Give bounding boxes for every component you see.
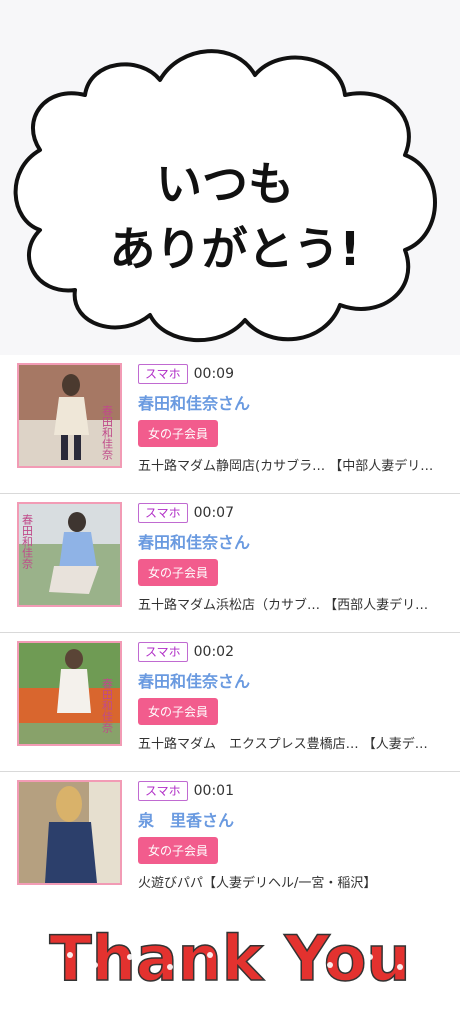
- shop-name: 火遊びパパ【人妻デリヘル/一宮・稲沢】: [138, 876, 377, 891]
- cloud-speech-bubble-icon: いつも ありがとう!: [13, 49, 437, 342]
- list-item[interactable]: 春田和佳奈 スマホ 00:02 春田和佳奈さん 女の子会員 五十路マダム エクスプ…: [0, 633, 460, 772]
- device-badge: スマホ: [138, 781, 188, 801]
- thank-you-footer-banner: Thank You: [0, 895, 460, 1024]
- svg-text:春田和佳奈: 春田和佳奈: [21, 514, 34, 569]
- girl-name-link[interactable]: 泉 里香さん: [138, 807, 450, 831]
- hero-line-2: ありがとう!: [110, 222, 361, 276]
- member-type-button[interactable]: 女の子会員: [138, 559, 219, 586]
- shop-name: 五十路マダム静岡店(カサブラ… 【中部人妻デリヘ…: [138, 459, 438, 474]
- girl-name-link[interactable]: 春田和佳奈さん: [138, 529, 450, 553]
- access-time: 00:07: [193, 504, 234, 521]
- list-item[interactable]: 春田和佳奈 スマホ 00:07 春田和佳奈さん 女の子会員 五十路マダム浜松店（カ…: [0, 494, 460, 633]
- profile-photo[interactable]: 春田和佳奈: [17, 502, 122, 607]
- thanks-text: Thank You: [49, 922, 410, 995]
- shop-name: 五十路マダム エクスプレス豊橋店… 【人妻デリ…: [138, 737, 438, 752]
- girl-name-link[interactable]: 春田和佳奈さん: [138, 390, 450, 414]
- profile-photo[interactable]: 春田和佳奈: [17, 363, 122, 468]
- device-badge: スマホ: [138, 364, 188, 384]
- member-type-button[interactable]: 女の子会員: [138, 698, 219, 725]
- svg-text:春田和佳奈: 春田和佳奈: [101, 405, 114, 460]
- list-item[interactable]: 春田和佳奈 スマホ 00:09 春田和佳奈さん 女の子会員 五十路マダム静岡店(カ…: [0, 355, 460, 494]
- list-item[interactable]: スマホ 00:01 泉 里香さん 女の子会員 火遊びパパ【人妻デリヘル/一宮・稲沢…: [0, 772, 460, 911]
- thank-you-cloud-banner: いつも ありがとう!: [0, 0, 460, 355]
- member-type-button[interactable]: 女の子会員: [138, 420, 219, 447]
- svg-text:春田和佳奈: 春田和佳奈: [101, 678, 114, 733]
- device-badge: スマホ: [138, 642, 188, 662]
- device-badge: スマホ: [138, 503, 188, 523]
- access-time: 00:01: [193, 782, 234, 799]
- hero-line-1: いつも: [156, 157, 294, 211]
- thank-you-lettering-icon: Thank You: [49, 921, 412, 996]
- access-time: 00:09: [193, 365, 234, 382]
- access-time: 00:02: [193, 643, 234, 660]
- visitor-list: 春田和佳奈 スマホ 00:09 春田和佳奈さん 女の子会員 五十路マダム静岡店(カ…: [0, 355, 460, 911]
- shop-name: 五十路マダム浜松店（カサブ… 【西部人妻デリヘル…: [138, 598, 438, 613]
- profile-photo[interactable]: 春田和佳奈: [17, 641, 122, 746]
- girl-name-link[interactable]: 春田和佳奈さん: [138, 668, 450, 692]
- member-type-button[interactable]: 女の子会員: [138, 837, 219, 864]
- profile-photo[interactable]: [17, 780, 122, 885]
